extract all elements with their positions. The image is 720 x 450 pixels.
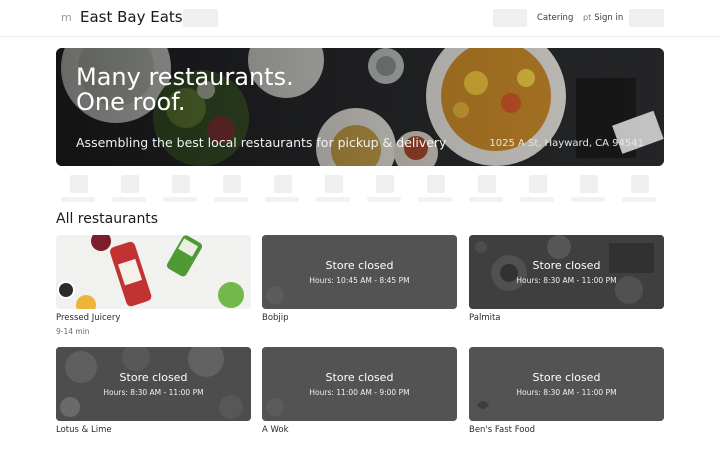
store-closed-label: Store closed bbox=[532, 371, 601, 384]
catering-link[interactable]: Catering bbox=[537, 13, 573, 23]
delivery-time: 9-14 min bbox=[56, 327, 90, 336]
category-label-placeholder bbox=[316, 197, 350, 202]
food-spread-image bbox=[469, 235, 664, 309]
category-placeholder[interactable] bbox=[61, 175, 95, 203]
hero-subtitle: Assembling the best local restaurants fo… bbox=[76, 135, 447, 150]
store-hours: Hours: 8:30 AM - 11:00 PM bbox=[103, 388, 204, 397]
category-icon-placeholder bbox=[325, 175, 343, 193]
store-hours: Hours: 10:45 AM - 8:45 PM bbox=[309, 276, 410, 285]
section-title-all-restaurants: All restaurants bbox=[56, 211, 159, 227]
sign-in-label: Sign in bbox=[594, 13, 624, 23]
store-hours: Hours: 11:00 AM - 9:00 PM bbox=[309, 388, 410, 397]
category-placeholder[interactable] bbox=[469, 175, 503, 203]
restaurant-name[interactable]: Bobjip bbox=[262, 313, 289, 323]
restaurant-card-bobjip[interactable]: Store closed Hours: 10:45 AM - 8:45 PM B… bbox=[262, 235, 457, 323]
category-label-placeholder bbox=[571, 197, 605, 202]
category-label-placeholder bbox=[367, 197, 401, 202]
category-icon-placeholder bbox=[427, 175, 445, 193]
category-icon-placeholder bbox=[529, 175, 547, 193]
logo-icon[interactable]: m bbox=[61, 11, 72, 24]
restaurant-image: Store closed Hours: 11:00 AM - 9:00 PM bbox=[262, 347, 457, 421]
category-icon-placeholder bbox=[172, 175, 190, 193]
category-placeholder[interactable] bbox=[163, 175, 197, 203]
restaurant-image: Store closed Hours: 8:30 AM - 11:00 PM bbox=[469, 347, 664, 421]
store-closed-label: Store closed bbox=[325, 259, 394, 272]
category-icon-placeholder bbox=[631, 175, 649, 193]
category-label-placeholder bbox=[265, 197, 299, 202]
top-navigation-bar: m East Bay Eats Catering pt Sign in bbox=[0, 0, 720, 37]
user-icon: pt bbox=[583, 13, 592, 22]
restaurant-image: Store closed Hours: 8:30 AM - 11:00 PM bbox=[56, 347, 251, 421]
restaurant-card-a-wok[interactable]: Store closed Hours: 11:00 AM - 9:00 PM A… bbox=[262, 347, 457, 435]
store-closed-label: Store closed bbox=[532, 259, 601, 272]
category-placeholder[interactable] bbox=[418, 175, 452, 203]
restaurant-name[interactable]: Palmita bbox=[469, 313, 501, 323]
store-closed-label: Store closed bbox=[325, 371, 394, 384]
category-icon-placeholder bbox=[121, 175, 139, 193]
category-placeholder[interactable] bbox=[520, 175, 554, 203]
store-hours: Hours: 8:30 AM - 11:00 PM bbox=[516, 388, 617, 397]
category-strip bbox=[61, 175, 661, 203]
restaurant-name[interactable]: Lotus & Lime bbox=[56, 425, 112, 435]
category-placeholder[interactable] bbox=[112, 175, 146, 203]
category-label-placeholder bbox=[214, 197, 248, 202]
category-label-placeholder bbox=[520, 197, 554, 202]
category-icon-placeholder bbox=[478, 175, 496, 193]
hero-banner: Many restaurants. One roof. Assembling t… bbox=[56, 48, 664, 166]
category-icon-placeholder bbox=[70, 175, 88, 193]
juice-bottles-image bbox=[56, 235, 251, 309]
restaurant-logo-faint bbox=[262, 347, 457, 421]
hero-headline-line-2: One roof. bbox=[76, 88, 186, 116]
restaurant-card-palmita[interactable]: Store closed Hours: 8:30 AM - 11:00 PM P… bbox=[469, 235, 664, 323]
restaurant-image bbox=[56, 235, 251, 309]
category-label-placeholder bbox=[418, 197, 452, 202]
food-bowls-image bbox=[56, 347, 251, 421]
hero-address[interactable]: 1025 A St, Hayward, CA 94541 bbox=[489, 138, 644, 149]
category-placeholder[interactable] bbox=[367, 175, 401, 203]
category-icon-placeholder bbox=[376, 175, 394, 193]
category-placeholder[interactable] bbox=[316, 175, 350, 203]
restaurant-logo-faint bbox=[469, 347, 664, 421]
category-placeholder[interactable] bbox=[265, 175, 299, 203]
restaurant-name[interactable]: Ben's Fast Food bbox=[469, 425, 535, 435]
store-closed-label: Store closed bbox=[119, 371, 188, 384]
hero-headline-line-1: Many restaurants. bbox=[76, 63, 294, 91]
restaurant-name[interactable]: A Wok bbox=[262, 425, 289, 435]
restaurant-card-lotus-and-lime[interactable]: Store closed Hours: 8:30 AM - 11:00 PM L… bbox=[56, 347, 251, 435]
category-placeholder[interactable] bbox=[622, 175, 656, 203]
category-label-placeholder bbox=[469, 197, 503, 202]
store-hours: Hours: 8:30 AM - 11:00 PM bbox=[516, 276, 617, 285]
restaurant-image: Store closed Hours: 8:30 AM - 11:00 PM bbox=[469, 235, 664, 309]
location-selector-placeholder[interactable] bbox=[183, 9, 218, 27]
sign-in-link[interactable]: pt Sign in bbox=[583, 13, 623, 23]
restaurant-name[interactable]: Pressed Juicery bbox=[56, 313, 120, 323]
restaurant-card-pressed-juicery[interactable]: Pressed Juicery 9-14 min bbox=[56, 235, 251, 336]
nav-placeholder-button[interactable] bbox=[493, 9, 527, 27]
restaurant-image: Store closed Hours: 10:45 AM - 8:45 PM bbox=[262, 235, 457, 309]
cart-button-placeholder[interactable] bbox=[629, 9, 664, 27]
brand-name[interactable]: East Bay Eats bbox=[80, 8, 183, 26]
category-placeholder[interactable] bbox=[571, 175, 605, 203]
restaurant-logo-faint bbox=[262, 235, 457, 309]
restaurant-card-bens-fast-food[interactable]: Store closed Hours: 8:30 AM - 11:00 PM B… bbox=[469, 347, 664, 435]
category-icon-placeholder bbox=[223, 175, 241, 193]
category-placeholder[interactable] bbox=[214, 175, 248, 203]
category-label-placeholder bbox=[163, 197, 197, 202]
category-label-placeholder bbox=[61, 197, 95, 202]
category-icon-placeholder bbox=[580, 175, 598, 193]
category-label-placeholder bbox=[622, 197, 656, 202]
category-icon-placeholder bbox=[274, 175, 292, 193]
category-label-placeholder bbox=[112, 197, 146, 202]
